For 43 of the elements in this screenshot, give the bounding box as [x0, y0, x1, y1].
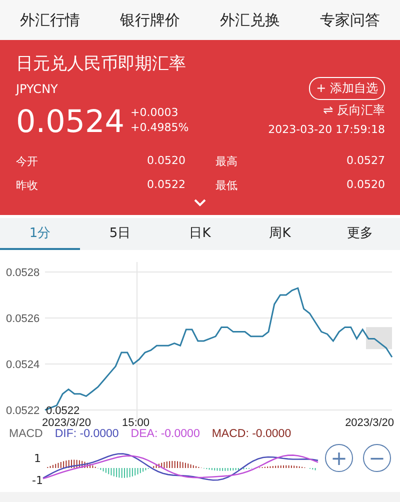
- stat-value: 0.0520: [147, 154, 186, 169]
- dea-value: DEA: -0.0000: [130, 428, 200, 442]
- price-value: 0.0524: [16, 103, 124, 142]
- y-axis-label: 1: [34, 452, 41, 465]
- x-axis-label: 15:00: [122, 417, 150, 428]
- period-tab[interactable]: 1分: [0, 218, 80, 250]
- x-axis-label: 2023/3/20: [42, 417, 91, 428]
- reverse-rate-link[interactable]: ⇌ 反向汇率: [323, 102, 385, 119]
- y-axis-label: 0.0522: [6, 405, 40, 417]
- zoom-out-button[interactable]: −: [363, 444, 391, 472]
- stat-value: 0.0527: [346, 154, 385, 169]
- stat-value: 0.0520: [346, 178, 385, 193]
- indicator-name: MACD: [9, 428, 43, 442]
- period-tab[interactable]: 更多: [320, 218, 400, 250]
- y-axis-label: -1: [32, 474, 43, 487]
- min-price-label: 0.0522: [46, 405, 80, 417]
- zoom-in-button[interactable]: +: [325, 444, 353, 472]
- y-axis-label: 0.0526: [6, 313, 40, 325]
- symbol-code: JPYCNY: [16, 82, 58, 96]
- stat-label: 最低: [216, 178, 238, 193]
- top-tab[interactable]: 专家问答: [300, 0, 400, 40]
- stat-label: 今开: [16, 154, 38, 169]
- period-tab[interactable]: 周K: [240, 218, 320, 250]
- period-tab[interactable]: 5日: [80, 218, 160, 250]
- quote-title: 日元兑人民币即期汇率: [16, 54, 186, 74]
- macd-value: MACD: -0.0000: [212, 428, 292, 442]
- dif-value: DIF: -0.0000: [54, 428, 119, 442]
- y-axis-label: 0.0524: [6, 359, 40, 371]
- stat-value: 0.0522: [147, 178, 186, 193]
- x-axis-label: 2023/3/20: [345, 417, 394, 428]
- add-watchlist-button[interactable]: + 添加自选: [309, 77, 385, 100]
- quote-time: 2023-03-20 17:59:18: [268, 123, 385, 136]
- price-marker: [366, 327, 392, 350]
- period-tab[interactable]: 日K: [160, 218, 240, 250]
- top-tab[interactable]: 外汇兑换: [200, 0, 300, 40]
- y-axis-label: 0.0528: [6, 267, 40, 279]
- stat-label: 最高: [216, 154, 238, 169]
- top-tab[interactable]: 银行牌价: [100, 0, 200, 40]
- change-value: +0.0003: [130, 106, 180, 119]
- change-percent: +0.4985%: [130, 121, 189, 134]
- top-tab[interactable]: 外汇行情: [0, 0, 100, 40]
- chevron-down-icon[interactable]: [194, 199, 206, 207]
- stat-label: 昨收: [16, 178, 38, 193]
